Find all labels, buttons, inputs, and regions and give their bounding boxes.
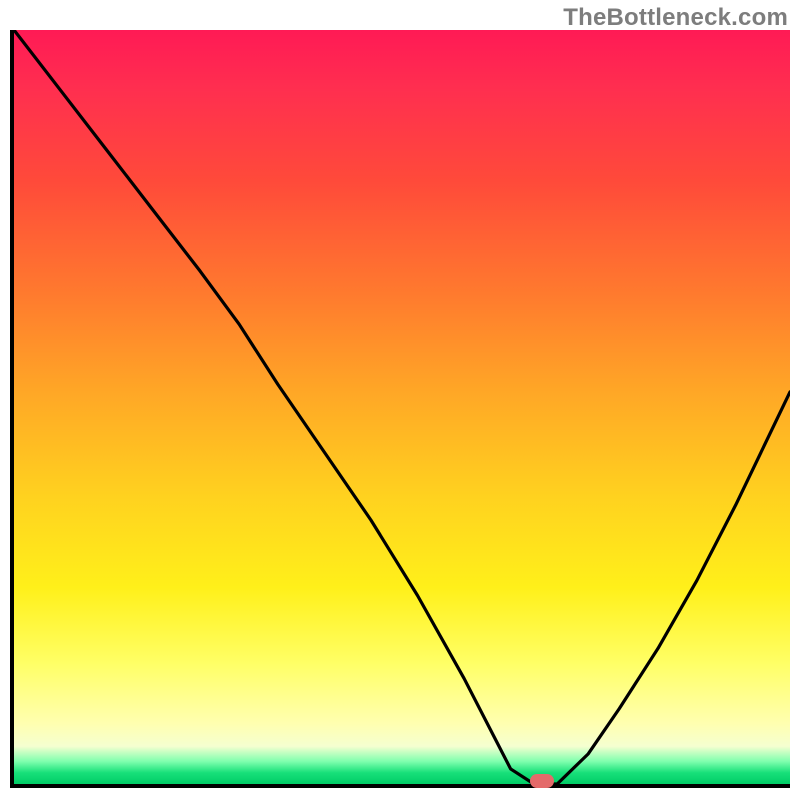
watermark-text: TheBottleneck.com [563, 4, 788, 32]
chart-background-gradient [14, 30, 790, 784]
chart-plot-area [10, 30, 790, 788]
optimal-point-marker [530, 774, 554, 788]
